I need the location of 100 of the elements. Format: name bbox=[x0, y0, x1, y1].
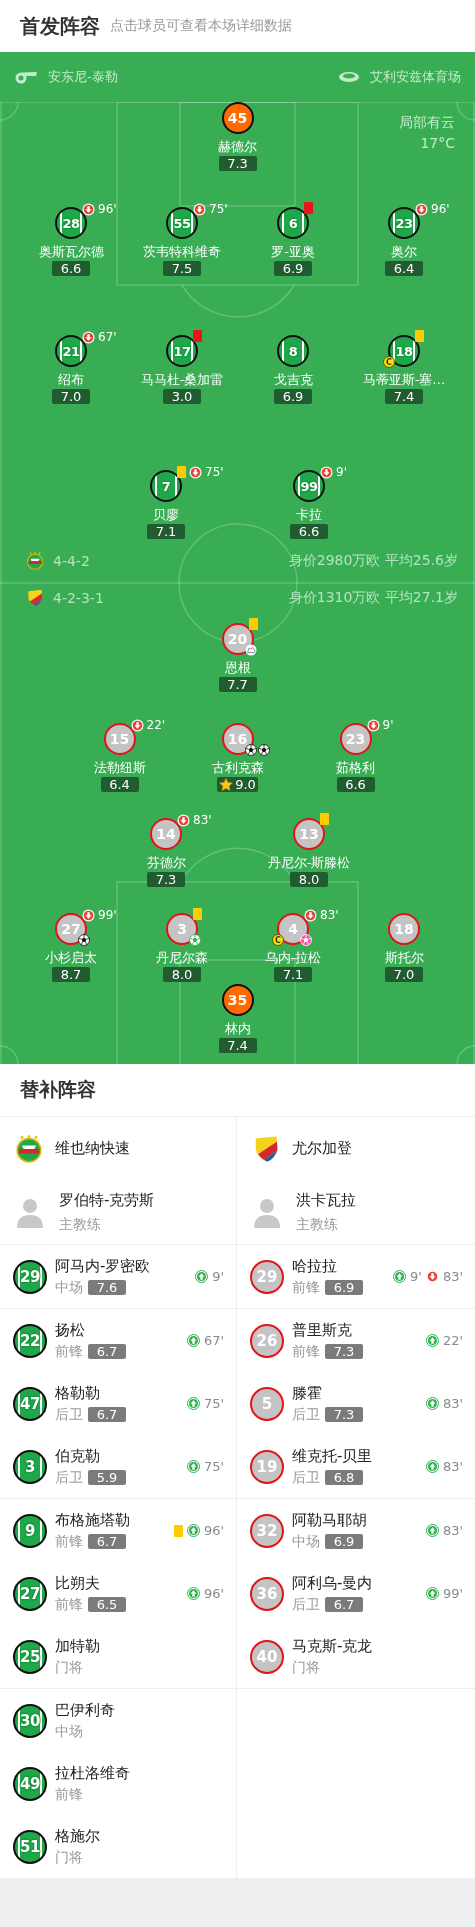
player-name[interactable]: 维克托-贝里 bbox=[292, 1446, 418, 1466]
player-name[interactable]: 巴伊利奇 bbox=[55, 1700, 224, 1720]
formation-text: 4-4-2 bbox=[53, 553, 90, 569]
player-name[interactable]: 格施尔 bbox=[55, 1826, 224, 1846]
player-rating: 6.9 bbox=[325, 1280, 363, 1295]
player-name[interactable]: 小杉启太 bbox=[45, 949, 97, 967]
player-number[interactable]: 35 bbox=[221, 984, 254, 1016]
player-number[interactable]: 40 bbox=[250, 1639, 284, 1674]
player-name[interactable]: 普里斯克 bbox=[292, 1320, 418, 1340]
substitution-minute: 67' bbox=[203, 1333, 224, 1348]
player-number[interactable]: 47 bbox=[13, 1386, 47, 1421]
player-name[interactable]: 赫德尔 bbox=[218, 138, 257, 156]
player-number[interactable]: 17 bbox=[166, 335, 198, 367]
down-arrow-icon bbox=[130, 718, 144, 732]
player-number[interactable]: 23 bbox=[388, 207, 420, 239]
player-rating: 7.0 bbox=[60, 389, 82, 404]
player-name[interactable]: 拉杜洛维奇 bbox=[55, 1763, 224, 1783]
player-number[interactable]: 6 bbox=[277, 207, 309, 239]
player-name[interactable]: 恩根 bbox=[224, 659, 251, 677]
player-name[interactable]: 卡拉 bbox=[296, 506, 322, 524]
player-rating: 7.3 bbox=[155, 872, 177, 887]
player-number[interactable]: 30 bbox=[13, 1703, 47, 1738]
player-number[interactable]: 55 bbox=[166, 207, 198, 239]
player-name[interactable]: 阿马内-罗密欧 bbox=[55, 1256, 188, 1276]
player-name[interactable]: 丹尼尔森 bbox=[156, 949, 208, 967]
up-arrow-icon bbox=[186, 1587, 200, 1600]
player-number[interactable]: 23 bbox=[339, 723, 372, 755]
player-name[interactable]: 伯克勒 bbox=[55, 1446, 179, 1466]
player-rating: 7.7 bbox=[227, 677, 248, 692]
player-number[interactable]: 7 bbox=[150, 470, 182, 502]
player-name[interactable]: 格勒勒 bbox=[55, 1383, 179, 1403]
player-number[interactable]: 18 bbox=[388, 913, 420, 945]
player-number[interactable]: 21 bbox=[55, 335, 87, 367]
player-number[interactable]: 15 bbox=[103, 723, 136, 755]
player-number[interactable]: 8 bbox=[277, 335, 309, 367]
player-number[interactable]: 29 bbox=[250, 1259, 284, 1294]
player-position: 门将 bbox=[292, 1658, 320, 1677]
down-arrow-icon bbox=[177, 813, 190, 827]
player-number[interactable]: 25 bbox=[13, 1639, 47, 1674]
player-number[interactable]: 27 bbox=[55, 913, 87, 945]
player-number[interactable]: 28 bbox=[55, 207, 87, 239]
substitution-minute: 9' bbox=[410, 1269, 422, 1284]
up-arrow-icon bbox=[425, 1587, 439, 1600]
player-name[interactable]: 奥斯瓦尔德 bbox=[38, 243, 104, 261]
player-position: 后卫 bbox=[292, 1468, 320, 1487]
player-name[interactable]: 阿利乌-曼内 bbox=[292, 1573, 418, 1593]
player-name[interactable]: 古利克森 bbox=[211, 759, 264, 777]
player-name[interactable]: 奥尔 bbox=[391, 243, 417, 261]
player-name[interactable]: 马克斯-克龙 bbox=[292, 1636, 463, 1656]
substitution-minute: 22' bbox=[442, 1333, 463, 1348]
player-number[interactable]: 45 bbox=[221, 102, 254, 134]
player-name[interactable]: 扬松 bbox=[55, 1320, 179, 1340]
player-rating: 6.7 bbox=[88, 1344, 126, 1359]
player-number[interactable]: 22 bbox=[13, 1323, 47, 1358]
player-name[interactable]: 布格施塔勒 bbox=[55, 1510, 166, 1530]
player-number[interactable]: 16 bbox=[221, 723, 254, 755]
shoe-icon bbox=[244, 644, 257, 656]
referee-name: 安东尼-泰勒 bbox=[48, 68, 118, 86]
player-number[interactable]: 51 bbox=[13, 1829, 47, 1864]
player-number[interactable]: 27 bbox=[13, 1576, 47, 1611]
player-name[interactable]: 贝廖 bbox=[153, 506, 179, 524]
player-name[interactable]: 丹尼尔-斯滕松 bbox=[267, 854, 351, 872]
player-name[interactable]: 林内 bbox=[224, 1020, 251, 1038]
player-number[interactable]: 19 bbox=[250, 1449, 284, 1484]
player-number[interactable]: 32 bbox=[250, 1513, 284, 1548]
player-number[interactable]: 49 bbox=[13, 1766, 47, 1801]
player-number[interactable]: 13 bbox=[293, 818, 325, 850]
player-rating: 7.5 bbox=[171, 261, 193, 276]
substitution-minute: 99' bbox=[98, 908, 117, 922]
player-rating: 7.1 bbox=[282, 967, 304, 982]
player-name[interactable]: 马蒂亚斯-塞… bbox=[362, 371, 446, 389]
player-name[interactable]: 哈拉拉 bbox=[292, 1256, 385, 1276]
player-name[interactable]: 戈吉克 bbox=[273, 371, 313, 389]
player-number[interactable]: 14 bbox=[150, 818, 182, 850]
player-name[interactable]: 茹格利 bbox=[336, 759, 375, 777]
player-name[interactable]: 法勒纽斯 bbox=[93, 759, 146, 777]
player-number[interactable]: 9 bbox=[13, 1513, 47, 1548]
player-number[interactable]: 36 bbox=[250, 1576, 284, 1611]
player-name[interactable]: 罗-亚奥 bbox=[271, 243, 315, 261]
player-name[interactable]: 滕霍 bbox=[292, 1383, 418, 1403]
player-name[interactable]: 加特勒 bbox=[55, 1636, 224, 1656]
player-rating: 3.0 bbox=[171, 389, 193, 404]
player-name[interactable]: 比朔夫 bbox=[55, 1573, 179, 1593]
card-icon bbox=[193, 330, 202, 342]
player-name[interactable]: 芬德尔 bbox=[146, 854, 186, 872]
player-number[interactable]: 29 bbox=[13, 1259, 47, 1294]
player-number[interactable]: 99 bbox=[293, 470, 325, 502]
player-name[interactable]: 绍布 bbox=[58, 371, 84, 389]
player-name[interactable]: 茨韦特科维奇 bbox=[143, 243, 221, 261]
player-name[interactable]: 阿勒马耶胡 bbox=[292, 1510, 418, 1530]
player-number[interactable]: 3 bbox=[13, 1449, 47, 1484]
player-name[interactable]: 斯托尔 bbox=[384, 949, 424, 967]
player-name[interactable]: 马马杜-桑加雷 bbox=[140, 371, 224, 389]
player-number[interactable]: 20 bbox=[221, 623, 254, 655]
player-number[interactable]: 26 bbox=[250, 1323, 284, 1358]
substitution-minute: 75' bbox=[203, 1396, 224, 1411]
card-icon bbox=[173, 1524, 183, 1537]
team-logo bbox=[26, 552, 44, 570]
player-number[interactable]: 5 bbox=[250, 1386, 284, 1421]
player-name[interactable]: 乌内-拉松 bbox=[264, 949, 322, 967]
